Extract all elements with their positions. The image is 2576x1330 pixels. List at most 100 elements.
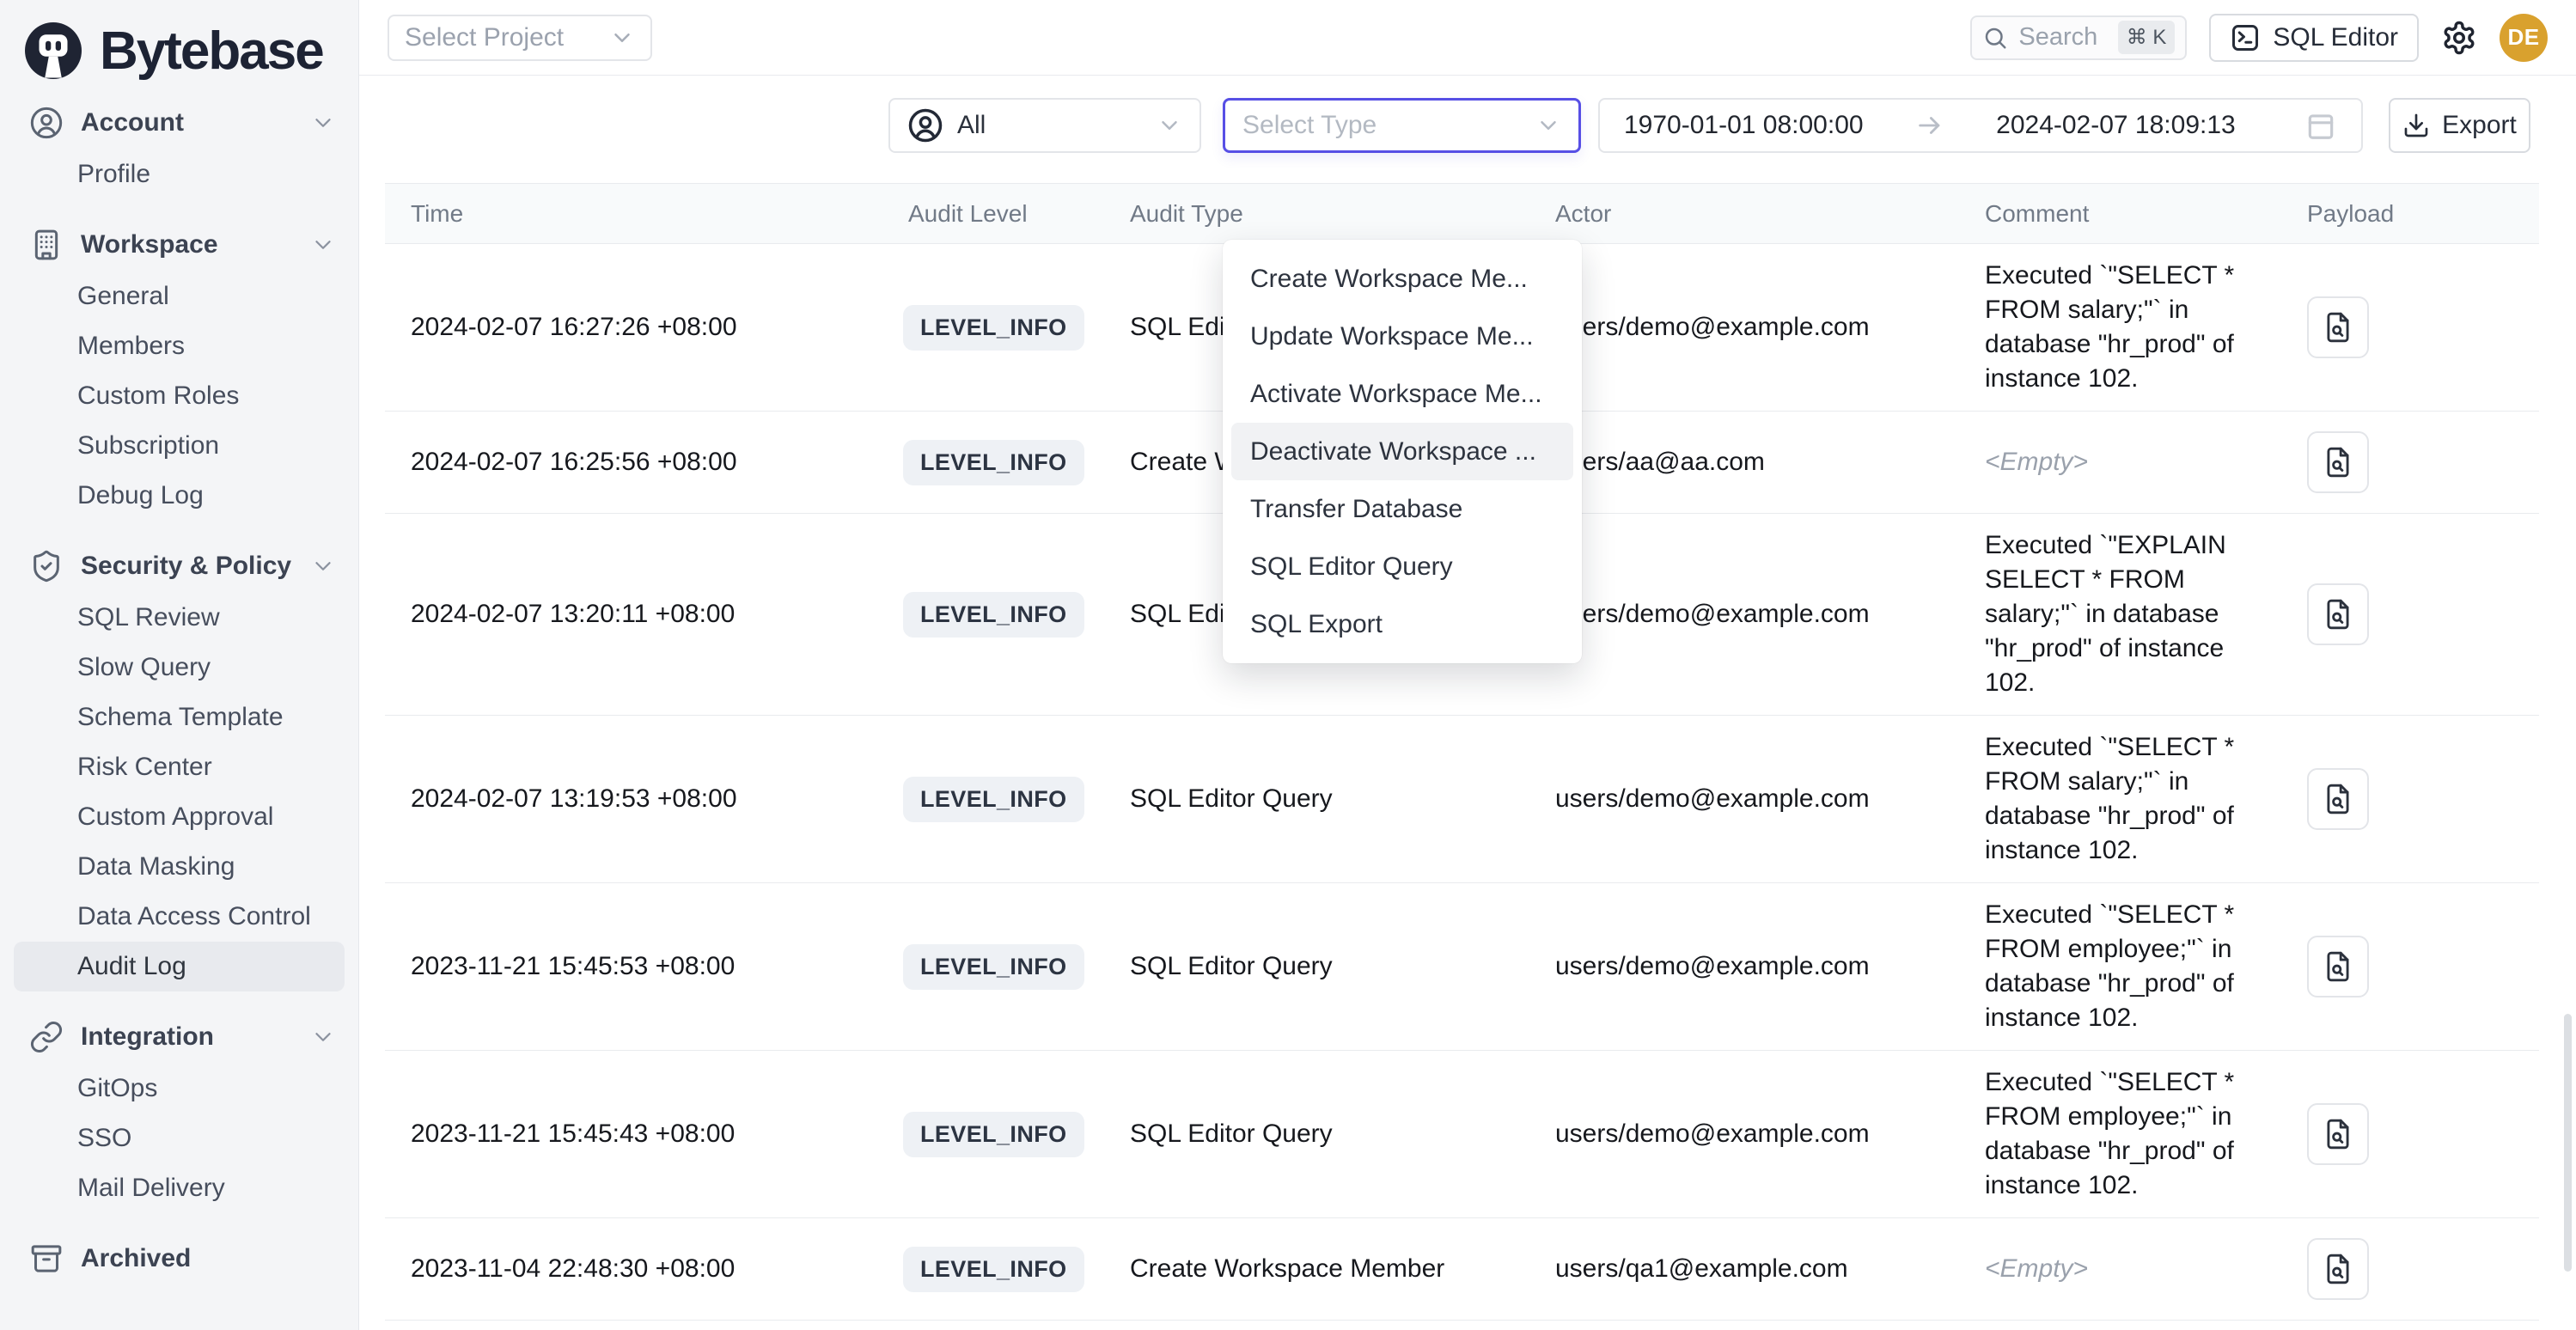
date-range-end: 2024-02-07 18:09:13 — [1996, 111, 2236, 140]
cell-audit-level: LEVEL_INFO — [882, 1232, 1104, 1307]
avatar[interactable]: DE — [2500, 14, 2548, 62]
sidebar-item-schema-template[interactable]: Schema Template — [14, 692, 345, 742]
payload-view-button[interactable] — [2307, 296, 2369, 358]
sidebar: Bytebase AccountProfileWorkspaceGeneralM… — [0, 0, 359, 1330]
chevron-down-icon — [609, 25, 635, 51]
table-header: TimeAudit LevelAudit TypeActorCommentPay… — [385, 183, 2539, 244]
project-select-value: Select Project — [405, 23, 564, 52]
sidebar-item-risk-center[interactable]: Risk Center — [14, 742, 345, 792]
file-search-icon — [2322, 311, 2354, 344]
menu-item-transfer-database[interactable]: Transfer Database — [1231, 480, 1573, 538]
sidebar-section-integration[interactable]: Integration — [14, 1010, 345, 1064]
sidebar-item-gitops[interactable]: GitOps — [14, 1064, 345, 1113]
project-select[interactable]: Select Project — [388, 15, 652, 61]
payload-view-button[interactable] — [2307, 768, 2369, 830]
cell-time: 2023-11-21 15:45:43 +08:00 — [385, 1105, 882, 1163]
menu-item-deactivate-workspace[interactable]: Deactivate Workspace ... — [1231, 423, 1573, 480]
menu-item-sql-export[interactable]: SQL Export — [1231, 595, 1573, 653]
cell-payload — [2281, 282, 2539, 373]
chevron-down-icon — [310, 553, 336, 579]
cell-comment: Executed `"SELECT * FROM salary;"` in da… — [1959, 244, 2281, 411]
sidebar-section-security-policy[interactable]: Security & Policy — [14, 540, 345, 593]
person-circle-icon — [907, 107, 943, 143]
sql-editor-label: SQL Editor — [2273, 23, 2398, 52]
date-range-input[interactable]: 1970-01-01 08:00:00 2024-02-07 18:09:13 — [1598, 98, 2363, 153]
cell-payload — [2281, 921, 2539, 1012]
cell-time: 2024-02-07 13:20:11 +08:00 — [385, 585, 882, 644]
cell-actor: users/demo@example.com — [1529, 298, 1959, 357]
sidebar-item-slow-query[interactable]: Slow Query — [14, 643, 345, 692]
payload-view-button[interactable] — [2307, 431, 2369, 493]
brand-name: Bytebase — [100, 21, 323, 82]
type-filter[interactable]: Select Type — [1223, 98, 1581, 153]
file-search-icon — [2322, 446, 2354, 479]
sidebar-item-custom-approval[interactable]: Custom Approval — [14, 792, 345, 842]
settings-gear-icon[interactable] — [2441, 20, 2477, 56]
menu-item-activate-workspace-me[interactable]: Activate Workspace Me... — [1231, 365, 1573, 423]
cell-comment: <Empty> — [1959, 1237, 2281, 1301]
sidebar-item-members[interactable]: Members — [14, 321, 345, 371]
search-input[interactable]: Search ⌘ K — [1970, 15, 2187, 60]
sidebar-section-label: Security & Policy — [81, 552, 291, 581]
content: All Select Type 1970-01-01 08:00:00 2024… — [359, 76, 2576, 1330]
level-badge: LEVEL_INFO — [903, 1112, 1084, 1157]
scrollbar-thumb[interactable] — [2564, 1014, 2572, 1272]
brand: Bytebase — [0, 0, 358, 88]
sidebar-section-workspace[interactable]: Workspace — [14, 218, 345, 271]
file-search-icon — [2322, 783, 2354, 815]
actor-filter[interactable]: All — [888, 98, 1201, 153]
sidebar-section-archived[interactable]: Archived — [14, 1232, 345, 1285]
sidebar-item-subscription[interactable]: Subscription — [14, 421, 345, 471]
cell-audit-type: SQL Editor Query — [1104, 770, 1529, 828]
sidebar-item-debug-log[interactable]: Debug Log — [14, 471, 345, 521]
level-badge: LEVEL_INFO — [903, 777, 1084, 822]
sidebar-item-profile[interactable]: Profile — [14, 149, 345, 199]
sidebar-item-label: Debug Log — [77, 481, 204, 510]
column-header-payload: Payload — [2281, 200, 2539, 228]
sidebar-item-label: Custom Roles — [77, 381, 239, 411]
cell-actor: users/demo@example.com — [1529, 770, 1959, 828]
sidebar-item-data-masking[interactable]: Data Masking — [14, 842, 345, 892]
sidebar-item-mail-delivery[interactable]: Mail Delivery — [14, 1163, 345, 1213]
level-badge: LEVEL_INFO — [903, 440, 1084, 485]
file-search-icon — [2322, 950, 2354, 983]
file-search-icon — [2322, 1118, 2354, 1150]
type-dropdown-menu: Create Workspace Me...Update Workspace M… — [1223, 240, 1582, 663]
chevron-down-icon — [1157, 113, 1182, 138]
cell-time: 2024-02-07 16:25:56 +08:00 — [385, 433, 882, 491]
search-shortcut-badge: ⌘ K — [2118, 21, 2176, 54]
cell-audit-level: LEVEL_INFO — [882, 1097, 1104, 1172]
topbar: Select Project Search ⌘ K SQL Editor — [359, 0, 2576, 76]
cell-comment: Executed `"SELECT * FROM salary;"` in da… — [1959, 716, 2281, 882]
sidebar-item-sso[interactable]: SSO — [14, 1113, 345, 1163]
cell-audit-level: LEVEL_INFO — [882, 425, 1104, 500]
menu-item-sql-editor-query[interactable]: SQL Editor Query — [1231, 538, 1573, 595]
payload-view-button[interactable] — [2307, 1238, 2369, 1300]
sidebar-item-label: GitOps — [77, 1074, 157, 1103]
main: Select Project Search ⌘ K SQL Editor — [359, 0, 2576, 1330]
sidebar-item-label: Data Access Control — [77, 902, 311, 931]
sidebar-item-label: Custom Approval — [77, 802, 273, 832]
sidebar-item-audit-log[interactable]: Audit Log — [14, 942, 345, 991]
cell-audit-type: Create Workspace Member — [1104, 1240, 1529, 1298]
cell-payload — [2281, 417, 2539, 508]
sidebar-item-label: Mail Delivery — [77, 1174, 225, 1203]
sql-editor-button[interactable]: SQL Editor — [2209, 14, 2419, 62]
sidebar-section-label: Integration — [81, 1022, 214, 1052]
cell-audit-type: SQL Editor Query — [1104, 937, 1529, 996]
payload-view-button[interactable] — [2307, 936, 2369, 998]
menu-item-create-workspace-me[interactable]: Create Workspace Me... — [1231, 250, 1573, 308]
menu-item-update-workspace-me[interactable]: Update Workspace Me... — [1231, 308, 1573, 365]
sidebar-item-general[interactable]: General — [14, 271, 345, 321]
type-filter-placeholder: Select Type — [1242, 111, 1377, 140]
sidebar-item-sql-review[interactable]: SQL Review — [14, 593, 345, 643]
sidebar-item-custom-roles[interactable]: Custom Roles — [14, 371, 345, 421]
cell-payload — [2281, 569, 2539, 660]
sidebar-section-account[interactable]: Account — [14, 96, 345, 149]
export-button[interactable]: Export — [2389, 98, 2530, 153]
sidebar-item-label: SQL Review — [77, 603, 220, 632]
sidebar-item-data-access-control[interactable]: Data Access Control — [14, 892, 345, 942]
chevron-down-icon — [310, 110, 336, 136]
payload-view-button[interactable] — [2307, 583, 2369, 645]
payload-view-button[interactable] — [2307, 1103, 2369, 1165]
